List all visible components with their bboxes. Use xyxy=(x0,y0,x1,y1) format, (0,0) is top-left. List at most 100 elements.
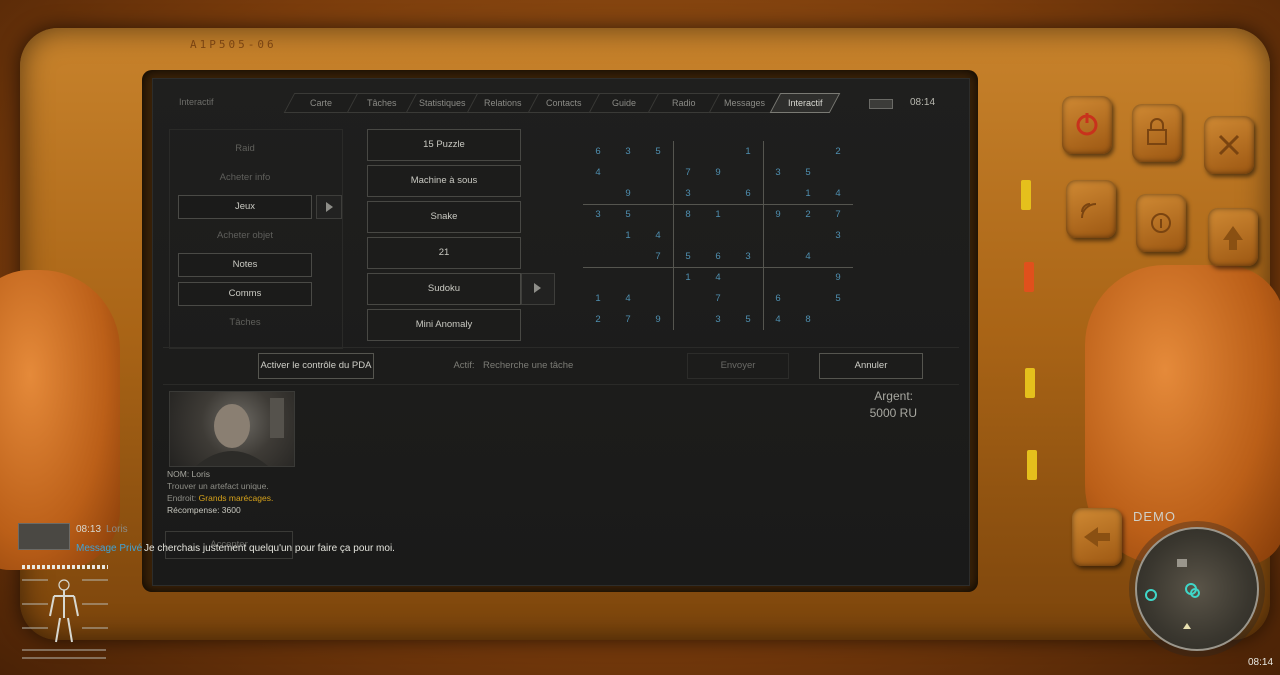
sudoku-cell[interactable]: 4 xyxy=(643,225,673,246)
sudoku-cell[interactable] xyxy=(793,225,823,246)
menu-acheter-info[interactable]: Acheter info xyxy=(178,166,312,190)
sudoku-cell[interactable] xyxy=(763,183,793,204)
sudoku-cell[interactable]: 7 xyxy=(673,162,703,183)
close-button[interactable] xyxy=(1204,116,1254,174)
sudoku-cell[interactable]: 3 xyxy=(613,141,643,162)
sudoku-cell[interactable] xyxy=(643,204,673,225)
sudoku-cell[interactable] xyxy=(673,309,703,330)
sudoku-cell[interactable] xyxy=(583,183,613,204)
pda-control-button[interactable]: Activer le contrôle du PDA xyxy=(258,353,374,379)
power-button[interactable] xyxy=(1062,96,1112,154)
sudoku-cell[interactable]: 8 xyxy=(793,309,823,330)
sudoku-cell[interactable]: 6 xyxy=(703,246,733,267)
sudoku-cell[interactable] xyxy=(733,162,763,183)
sudoku-cell[interactable]: 7 xyxy=(613,309,643,330)
sudoku-cell[interactable]: 2 xyxy=(793,204,823,225)
sudoku-cell[interactable] xyxy=(613,267,643,288)
sudoku-cell[interactable]: 4 xyxy=(763,309,793,330)
sudoku-cell[interactable] xyxy=(643,288,673,309)
game-21[interactable]: 21 xyxy=(367,237,521,269)
menu-comms[interactable]: Comms xyxy=(178,282,312,306)
sudoku-cell[interactable] xyxy=(643,162,673,183)
minimap[interactable] xyxy=(1135,527,1259,651)
sudoku-cell[interactable] xyxy=(673,288,703,309)
sudoku-cell[interactable] xyxy=(793,288,823,309)
jeux-expand-button[interactable] xyxy=(316,195,342,219)
sudoku-cell[interactable]: 3 xyxy=(583,204,613,225)
sudoku-cell[interactable] xyxy=(703,183,733,204)
sudoku-cell[interactable]: 6 xyxy=(763,288,793,309)
sudoku-cell[interactable]: 7 xyxy=(823,204,853,225)
sudoku-cell[interactable]: 1 xyxy=(613,225,643,246)
menu-raid[interactable]: Raid xyxy=(178,137,312,161)
sudoku-cell[interactable]: 1 xyxy=(673,267,703,288)
sudoku-cell[interactable] xyxy=(763,225,793,246)
sudoku-cell[interactable] xyxy=(673,141,703,162)
wireless-button[interactable] xyxy=(1066,180,1116,238)
cancel-button[interactable]: Annuler xyxy=(819,353,923,379)
game-mini-anomaly[interactable]: Mini Anomaly xyxy=(367,309,521,341)
game-machine-a-sous[interactable]: Machine à sous xyxy=(367,165,521,197)
sudoku-cell[interactable] xyxy=(733,267,763,288)
sudoku-cell[interactable]: 4 xyxy=(583,162,613,183)
sudoku-play-button[interactable] xyxy=(521,273,555,305)
game-15-puzzle[interactable]: 15 Puzzle xyxy=(367,129,521,161)
sudoku-cell[interactable] xyxy=(793,141,823,162)
sudoku-cell[interactable]: 5 xyxy=(613,204,643,225)
sudoku-cell[interactable]: 1 xyxy=(583,288,613,309)
sudoku-cell[interactable] xyxy=(733,288,763,309)
sudoku-cell[interactable]: 4 xyxy=(703,267,733,288)
sudoku-cell[interactable]: 1 xyxy=(733,141,763,162)
lock-button[interactable] xyxy=(1132,104,1182,162)
sudoku-cell[interactable]: 7 xyxy=(703,288,733,309)
sudoku-cell[interactable]: 4 xyxy=(793,246,823,267)
sudoku-cell[interactable] xyxy=(733,204,763,225)
sudoku-cell[interactable]: 6 xyxy=(583,141,613,162)
sudoku-cell[interactable]: 9 xyxy=(643,309,673,330)
sudoku-cell[interactable] xyxy=(613,246,643,267)
sudoku-cell[interactable]: 7 xyxy=(643,246,673,267)
sudoku-cell[interactable]: 1 xyxy=(703,204,733,225)
sudoku-cell[interactable]: 4 xyxy=(613,288,643,309)
sudoku-cell[interactable] xyxy=(793,267,823,288)
info-button[interactable] xyxy=(1136,194,1186,252)
sudoku-cell[interactable] xyxy=(643,267,673,288)
menu-taches[interactable]: Tâches xyxy=(178,311,312,335)
sudoku-cell[interactable]: 3 xyxy=(673,183,703,204)
sudoku-cell[interactable]: 9 xyxy=(763,204,793,225)
sudoku-cell[interactable] xyxy=(763,246,793,267)
sudoku-cell[interactable]: 4 xyxy=(823,183,853,204)
sudoku-cell[interactable]: 2 xyxy=(583,309,613,330)
sudoku-cell[interactable] xyxy=(583,225,613,246)
sudoku-cell[interactable] xyxy=(583,267,613,288)
sudoku-cell[interactable]: 9 xyxy=(613,183,643,204)
sudoku-cell[interactable] xyxy=(613,162,643,183)
sudoku-cell[interactable]: 5 xyxy=(673,246,703,267)
tab-interactif[interactable]: Interactif xyxy=(769,93,841,113)
sudoku-cell[interactable]: 3 xyxy=(763,162,793,183)
sudoku-cell[interactable]: 1 xyxy=(793,183,823,204)
menu-jeux[interactable]: Jeux xyxy=(178,195,312,219)
menu-acheter-objet[interactable]: Acheter objet xyxy=(178,224,312,248)
sudoku-cell[interactable] xyxy=(583,246,613,267)
sudoku-cell[interactable]: 5 xyxy=(793,162,823,183)
sudoku-cell[interactable] xyxy=(823,309,853,330)
sudoku-cell[interactable] xyxy=(673,225,703,246)
sudoku-cell[interactable] xyxy=(823,246,853,267)
sudoku-cell[interactable] xyxy=(763,141,793,162)
sudoku-cell[interactable] xyxy=(703,225,733,246)
sudoku-cell[interactable]: 5 xyxy=(823,288,853,309)
sudoku-cell[interactable] xyxy=(763,267,793,288)
send-button[interactable]: Envoyer xyxy=(687,353,789,379)
sudoku-cell[interactable] xyxy=(823,162,853,183)
sudoku-cell[interactable]: 5 xyxy=(643,141,673,162)
up-arrow-button[interactable] xyxy=(1208,208,1258,266)
sudoku-cell[interactable]: 6 xyxy=(733,183,763,204)
sudoku-cell[interactable]: 8 xyxy=(673,204,703,225)
sudoku-cell[interactable] xyxy=(733,225,763,246)
game-sudoku[interactable]: Sudoku xyxy=(367,273,521,305)
sudoku-cell[interactable]: 9 xyxy=(703,162,733,183)
sudoku-cell[interactable]: 3 xyxy=(703,309,733,330)
sudoku-cell[interactable] xyxy=(643,183,673,204)
sudoku-cell[interactable]: 3 xyxy=(823,225,853,246)
